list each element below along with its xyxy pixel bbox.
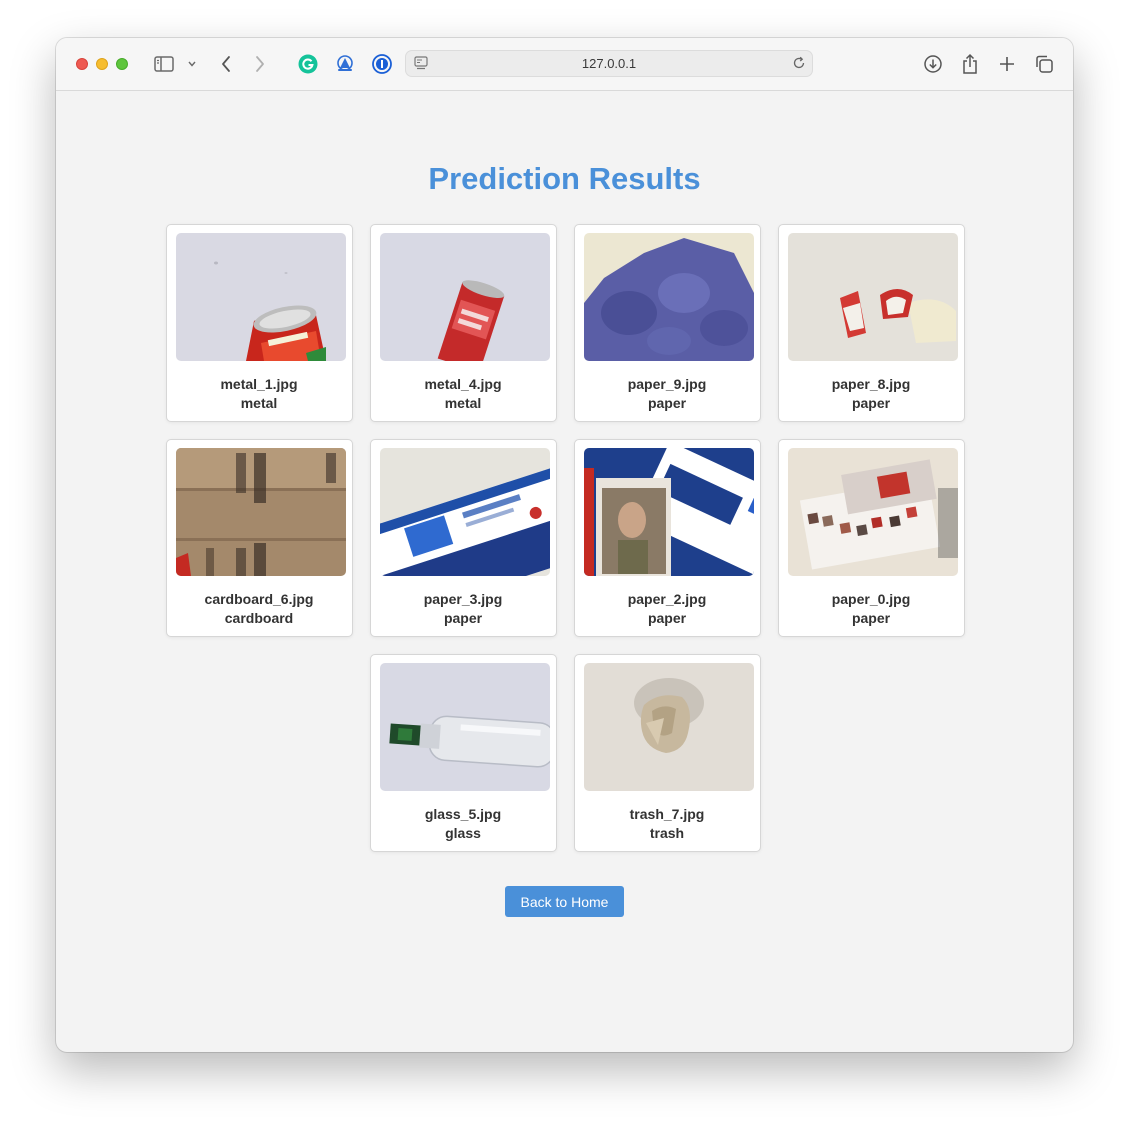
back-to-home-button[interactable]: Back to Home [505,886,624,917]
result-card: trash_7.jpg trash [573,654,761,852]
result-label: trash [649,825,685,841]
result-card: paper_8.jpg paper [777,224,965,422]
result-label: metal [444,395,482,411]
result-filename: trash_7.jpg [629,806,705,822]
result-image [787,233,958,361]
result-image [379,233,550,361]
result-card: paper_9.jpg paper [573,224,761,422]
result-filename: metal_4.jpg [424,376,502,392]
reload-icon[interactable] [792,56,806,75]
result-image [583,663,754,791]
password-manager-extension-icon[interactable] [370,52,394,76]
result-filename: glass_5.jpg [424,806,502,822]
result-filename: cardboard_6.jpg [204,591,314,607]
result-image [379,448,550,576]
sidebar-toggle-icon[interactable] [152,52,176,76]
grammarly-extension-icon[interactable] [296,52,320,76]
result-card: metal_4.jpg metal [369,224,557,422]
result-card: paper_2.jpg paper [573,439,761,637]
chevron-down-icon[interactable] [180,52,204,76]
result-card: paper_3.jpg paper [369,439,557,637]
result-label: glass [445,825,481,841]
result-image [787,448,958,576]
result-filename: paper_9.jpg [627,376,707,392]
result-image [583,448,754,576]
result-label: paper [647,395,687,411]
downloads-icon[interactable] [921,52,945,76]
result-filename: paper_2.jpg [627,591,707,607]
result-label: paper [851,395,891,411]
translate-extension-icon[interactable] [333,52,357,76]
result-label: paper [443,610,483,626]
url-text[interactable]: 127.0.0.1 [406,56,812,71]
page-content: Prediction Results metal_1.jpg metal met… [56,91,1073,1052]
result-card: metal_1.jpg metal [165,224,353,422]
result-label: paper [851,610,891,626]
result-image [583,233,754,361]
zoom-window-button[interactable] [116,58,128,70]
result-filename: paper_8.jpg [831,376,911,392]
result-filename: metal_1.jpg [220,376,298,392]
result-label: paper [647,610,687,626]
back-arrow-icon[interactable] [214,52,238,76]
result-label: cardboard [224,610,294,626]
results-grid: metal_1.jpg metal metal_4.jpg metal pape… [161,224,969,852]
result-filename: paper_3.jpg [423,591,503,607]
result-label: metal [240,395,278,411]
browser-toolbar: 127.0.0.1 [56,38,1073,91]
address-bar[interactable]: 127.0.0.1 [405,50,813,77]
page-title: Prediction Results [428,161,701,196]
result-image [175,448,346,576]
result-card: glass_5.jpg glass [369,654,557,852]
result-card: paper_0.jpg paper [777,439,965,637]
result-image [379,663,550,791]
share-icon[interactable] [958,52,982,76]
minimize-window-button[interactable] [96,58,108,70]
result-image [175,233,346,361]
browser-window: 127.0.0.1 Prediction Results metal_1.jpg… [56,38,1073,1052]
result-filename: paper_0.jpg [831,591,911,607]
tab-overview-icon[interactable] [1032,52,1056,76]
result-card: cardboard_6.jpg cardboard [165,439,353,637]
forward-arrow-icon[interactable] [248,52,272,76]
close-window-button[interactable] [76,58,88,70]
new-tab-plus-icon[interactable] [995,52,1019,76]
